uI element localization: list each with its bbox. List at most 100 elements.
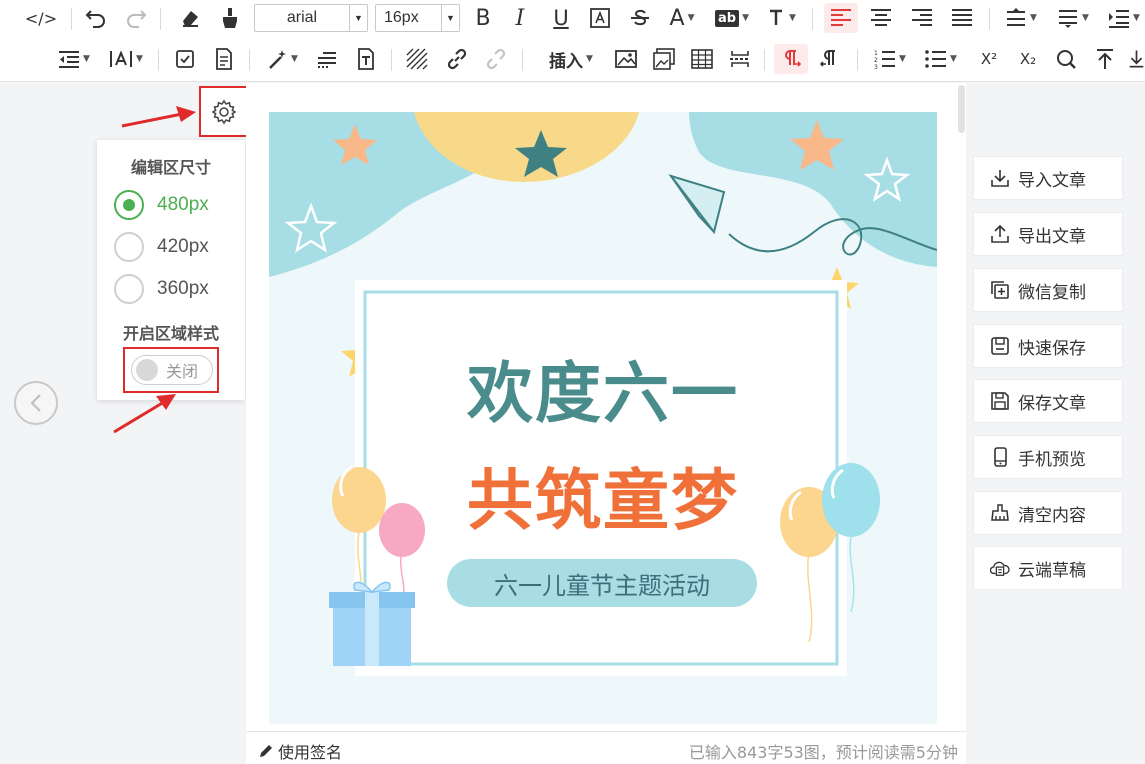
pencil-icon	[260, 745, 272, 757]
align-center-button[interactable]	[867, 3, 895, 33]
editor-toolbar: </> arial ▼ 16px ▼ B I U A ▼ ab ▼ ▼ ▼ ▼ …	[0, 0, 1145, 82]
font-family-select[interactable]: arial ▼	[254, 4, 368, 32]
text-border-button[interactable]	[588, 3, 612, 33]
size-option-480[interactable]: 480px	[114, 190, 209, 220]
pilcrow-icon	[820, 50, 835, 67]
insert-multi-image-button[interactable]	[650, 44, 678, 74]
background-pattern-button[interactable]	[403, 44, 431, 74]
size-option-360[interactable]: 360px	[114, 274, 209, 304]
poster-image[interactable]: 欢度六一 共筑童梦 六一儿童节主题活动	[269, 112, 937, 724]
collapse-left-button[interactable]	[14, 381, 58, 425]
first-line-indent-button[interactable]	[313, 44, 341, 74]
insert-menu-button[interactable]: 插入 ▼	[540, 44, 602, 74]
settings-gear-button[interactable]	[199, 86, 249, 137]
indent-button[interactable]: ▼	[1104, 3, 1144, 33]
align-right-button[interactable]	[908, 3, 936, 33]
size-option-420[interactable]: 420px	[114, 232, 209, 262]
editor-status-bar: 使用签名 已输入843字53图，预计阅读需5分钟	[246, 731, 966, 764]
back-to-top-button[interactable]	[1091, 44, 1119, 74]
highlight-button[interactable]: ab ▼	[712, 3, 752, 33]
clear-content-button[interactable]: 清空内容	[973, 491, 1123, 535]
pilcrow-icon	[785, 50, 801, 67]
justify-icon	[952, 9, 972, 26]
gallery-icon	[653, 48, 675, 70]
arrow-bottom-icon	[1129, 50, 1144, 68]
use-signature-link[interactable]: 使用签名	[258, 739, 342, 763]
insert-divider-button[interactable]	[726, 44, 754, 74]
toolbar-divider	[522, 49, 523, 71]
paragraph-format-icon	[318, 52, 336, 68]
radio-selected-icon[interactable]	[114, 190, 144, 220]
action-label: 保存文章	[1018, 393, 1086, 414]
ordered-list-button[interactable]: 1 2 3 ▼	[869, 44, 911, 74]
checkbox-insert-button[interactable]	[171, 44, 199, 74]
magic-format-button[interactable]: ▼	[262, 44, 302, 74]
text-size-button[interactable]: ▼	[764, 3, 800, 33]
insert-image-button[interactable]	[612, 44, 640, 74]
radio-icon[interactable]	[114, 232, 144, 262]
brush-icon	[223, 8, 237, 28]
letter-spacing-button[interactable]: ▼	[106, 44, 146, 74]
chevron-down-icon: ▼	[1030, 13, 1037, 23]
strikethrough-button[interactable]	[628, 3, 652, 33]
redo-icon	[127, 10, 147, 28]
paragraph-spacing-button[interactable]: ▼	[1052, 3, 1094, 33]
toolbar-divider	[857, 49, 858, 71]
toolbar-row-1: </> arial ▼ 16px ▼ B I U A ▼ ab ▼ ▼ ▼ ▼ …	[0, 0, 1145, 36]
eraser-button[interactable]	[176, 3, 204, 33]
font-color-button[interactable]: A ▼	[665, 3, 699, 33]
action-label: 微信复制	[1018, 282, 1086, 303]
italic-button[interactable]: I	[508, 3, 532, 33]
line-height-button[interactable]: ▼	[1000, 3, 1042, 33]
align-left-button[interactable]	[824, 3, 858, 33]
underline-button[interactable]: U	[549, 3, 573, 33]
highlight-icon: ab	[715, 9, 740, 27]
unlink-icon	[486, 48, 506, 70]
wechat-copy-button[interactable]: 微信复制	[973, 268, 1123, 312]
insert-table-button[interactable]	[688, 44, 716, 74]
paragraph-ltr-button[interactable]	[774, 44, 808, 74]
bullet-list-icon	[925, 50, 947, 68]
subscript-button[interactable]: X₂	[1014, 44, 1042, 74]
save-article-button[interactable]: 保存文章	[973, 379, 1123, 423]
chevron-down-icon: ▼	[789, 13, 796, 23]
action-label: 快速保存	[1018, 338, 1086, 359]
toolbar-divider	[249, 49, 250, 71]
align-left-icon	[831, 9, 851, 26]
template-button[interactable]	[210, 44, 238, 74]
quick-save-button[interactable]: 快速保存	[973, 324, 1123, 368]
insert-link-button[interactable]	[443, 44, 471, 74]
superscript-button[interactable]: X²	[975, 44, 1003, 74]
radio-icon[interactable]	[114, 274, 144, 304]
bullet-list-button[interactable]: ▼	[920, 44, 962, 74]
undo-button[interactable]	[82, 3, 110, 33]
outdent-button[interactable]: ▼	[54, 44, 94, 74]
letter-spacing-icon	[110, 50, 133, 67]
export-article-button[interactable]: 导出文章	[973, 212, 1123, 256]
unlink-button[interactable]	[482, 44, 510, 74]
toolbar-divider	[160, 8, 161, 30]
region-style-toggle[interactable]: 关闭	[131, 355, 213, 385]
mobile-preview-button[interactable]: 手机预览	[973, 435, 1123, 479]
search-icon	[1057, 50, 1076, 69]
paragraph-rtl-button[interactable]	[816, 44, 844, 74]
chevron-down-icon: ▼	[349, 5, 367, 31]
chevron-down-icon: ▼	[291, 54, 298, 64]
editor-scrollbar[interactable]	[958, 85, 965, 133]
font-size-select[interactable]: 16px ▼	[375, 4, 460, 32]
action-label: 导入文章	[1018, 170, 1086, 191]
cloud-draft-button[interactable]: 云端草稿	[973, 546, 1123, 590]
import-article-button[interactable]: 导入文章	[973, 156, 1123, 200]
chevron-down-icon: ▼	[1133, 13, 1140, 23]
action-label: 手机预览	[1018, 449, 1086, 470]
text-box-button[interactable]	[352, 44, 380, 74]
to-bottom-button[interactable]	[1128, 44, 1145, 74]
redo-button[interactable]	[122, 3, 150, 33]
format-painter-button[interactable]	[216, 3, 244, 33]
find-replace-button[interactable]	[1052, 44, 1080, 74]
source-code-button[interactable]: </>	[24, 3, 58, 33]
bold-button[interactable]: B	[471, 3, 495, 33]
chevron-down-icon: ▼	[1082, 13, 1089, 23]
justify-button[interactable]	[948, 3, 976, 33]
paragraph-spacing-icon	[1059, 10, 1078, 28]
